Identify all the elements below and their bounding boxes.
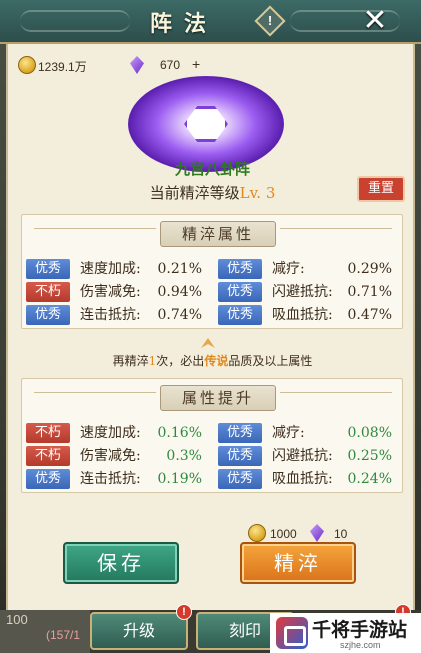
left-info-panel: 100 (157/1: [0, 610, 90, 653]
close-button[interactable]: ✕: [360, 6, 390, 36]
quality-tag: 不朽: [26, 282, 70, 302]
hint-prefix: 再精淬: [112, 354, 149, 368]
quality-tag: 优秀: [218, 423, 262, 443]
attr-name: 减疗:: [272, 261, 305, 277]
attr-name: 伤害减免:: [80, 448, 141, 464]
refine-level: 当前精淬等级Lv. 3: [8, 182, 417, 203]
quality-tag: 不朽: [26, 446, 70, 466]
attr-value: 0.74%: [157, 307, 202, 323]
left-info-line2: (157/1: [46, 628, 81, 642]
hint-middle: 次，必出: [156, 354, 205, 368]
add-gems-button[interactable]: +: [192, 56, 200, 72]
bagua-icon: [184, 106, 228, 142]
attr-row: 优秀 减疗: 0.08%: [218, 423, 398, 443]
attr-value: 0.16%: [157, 425, 202, 441]
attr-row: 优秀 吸血抵抗: 0.24%: [218, 469, 398, 489]
quality-tag: 优秀: [26, 259, 70, 279]
formation-panel: 1239.1万 670 + 九宫八卦阵 当前精淬等级Lv. 3 重置 精淬属性 …: [6, 44, 415, 610]
attr-value: 0.94%: [157, 284, 202, 300]
watermark: 千将手游站 szjhe.com: [270, 613, 421, 653]
divider: [280, 392, 392, 393]
attr-name: 伤害减免:: [80, 284, 141, 300]
coin-icon: [248, 524, 266, 542]
coin-icon: [18, 56, 36, 74]
quality-tag: 不朽: [26, 423, 70, 443]
quality-tag: 优秀: [218, 446, 262, 466]
save-button[interactable]: 保存: [63, 542, 179, 584]
current-attributes-title: 精淬属性: [160, 221, 276, 247]
coin-amount: 1239.1万: [38, 60, 87, 74]
attr-row: 优秀 连击抵抗: 0.74%: [26, 305, 214, 325]
resource-bar: 1239.1万 670 +: [18, 54, 218, 76]
info-button[interactable]: !: [254, 5, 286, 37]
close-icon: ✕: [362, 3, 388, 38]
cost-gems: 10: [334, 527, 348, 541]
watermark-url: szjhe.com: [340, 640, 381, 650]
attr-row: 优秀 闪避抵抗: 0.25%: [218, 446, 398, 466]
current-attributes-box: 精淬属性 优秀 速度加成: 0.21% 不朽 伤害减免: 0.94% 优秀 连击…: [21, 214, 403, 329]
quality-tag: 优秀: [218, 469, 262, 489]
reset-button[interactable]: 重置: [357, 176, 405, 202]
quality-tag: 优秀: [218, 305, 262, 325]
attr-value: 0.25%: [347, 448, 392, 464]
attr-name: 闪避抵抗:: [272, 448, 333, 464]
attr-name: 闪避抵抗:: [272, 284, 333, 300]
quality-tag: 优秀: [218, 259, 262, 279]
attr-name: 连击抵抗:: [80, 307, 141, 323]
cost-coins: 1000: [270, 527, 297, 541]
watermark-name: 千将手游站: [312, 619, 408, 641]
attr-value: 0.19%: [157, 471, 202, 487]
divider: [34, 228, 156, 229]
attr-row: 不朽 伤害减免: 0.94%: [26, 282, 214, 302]
attr-name: 速度加成:: [80, 261, 141, 277]
gem-icon: [130, 56, 144, 74]
hint-suffix: 品质及以上属性: [228, 354, 313, 368]
refine-level-label: 当前精淬等级: [149, 184, 240, 202]
attr-value: 0.08%: [347, 425, 392, 441]
hint-quality: 传说: [204, 354, 229, 368]
attr-value: 0.21%: [157, 261, 202, 277]
attr-value: 0.47%: [347, 307, 392, 323]
left-info-line1: 100: [6, 612, 28, 627]
attr-row: 优秀 速度加成: 0.21%: [26, 259, 214, 279]
upgrade-tab-button[interactable]: 升级: [90, 612, 188, 650]
attr-name: 吸血抵抗:: [272, 471, 333, 487]
attr-value: 0.29%: [347, 261, 392, 277]
gem-amount: 670: [160, 58, 181, 72]
notification-badge: !: [176, 604, 192, 620]
formation-name: 九宫八卦阵: [174, 160, 250, 178]
attr-name: 减疗:: [272, 425, 305, 441]
refine-hint: 再精淬1次，必出传说品质及以上属性: [8, 352, 417, 369]
page-title: 阵法: [150, 11, 219, 37]
gem-icon: [310, 524, 324, 542]
attr-row: 优秀 减疗: 0.29%: [218, 259, 398, 279]
refine-cost: 1000 10: [248, 524, 358, 544]
attr-name: 吸血抵抗:: [272, 307, 333, 323]
attr-value: 0.3%: [166, 448, 202, 464]
quality-tag: 优秀: [218, 282, 262, 302]
quality-tag: 优秀: [26, 305, 70, 325]
arrow-up-icon: [201, 338, 215, 348]
refine-button[interactable]: 精淬: [240, 542, 356, 584]
divider: [34, 392, 156, 393]
upgrade-attributes-title: 属性提升: [160, 385, 276, 411]
attr-row: 不朽 伤害减免: 0.3%: [26, 446, 214, 466]
attr-name: 速度加成:: [80, 425, 141, 441]
attr-row: 优秀 闪避抵抗: 0.71%: [218, 282, 398, 302]
quality-tag: 优秀: [26, 469, 70, 489]
title-bar-ornament-left: [20, 10, 130, 32]
attr-row: 优秀 连击抵抗: 0.19%: [26, 469, 214, 489]
exclamation-icon: !: [267, 13, 273, 28]
refine-level-value: Lv. 3: [239, 184, 276, 202]
divider: [280, 228, 392, 229]
attr-row: 优秀 吸血抵抗: 0.47%: [218, 305, 398, 325]
title-bar: 阵法 ! ✕: [0, 0, 421, 44]
attr-row: 不朽 速度加成: 0.16%: [26, 423, 214, 443]
attr-name: 连击抵抗:: [80, 471, 141, 487]
watermark-logo-icon: [276, 617, 308, 649]
attr-value: 0.71%: [347, 284, 392, 300]
attr-value: 0.24%: [347, 471, 392, 487]
upgrade-attributes-box: 属性提升 不朽 速度加成: 0.16% 不朽 伤害减免: 0.3% 优秀 连击抵…: [21, 378, 403, 493]
